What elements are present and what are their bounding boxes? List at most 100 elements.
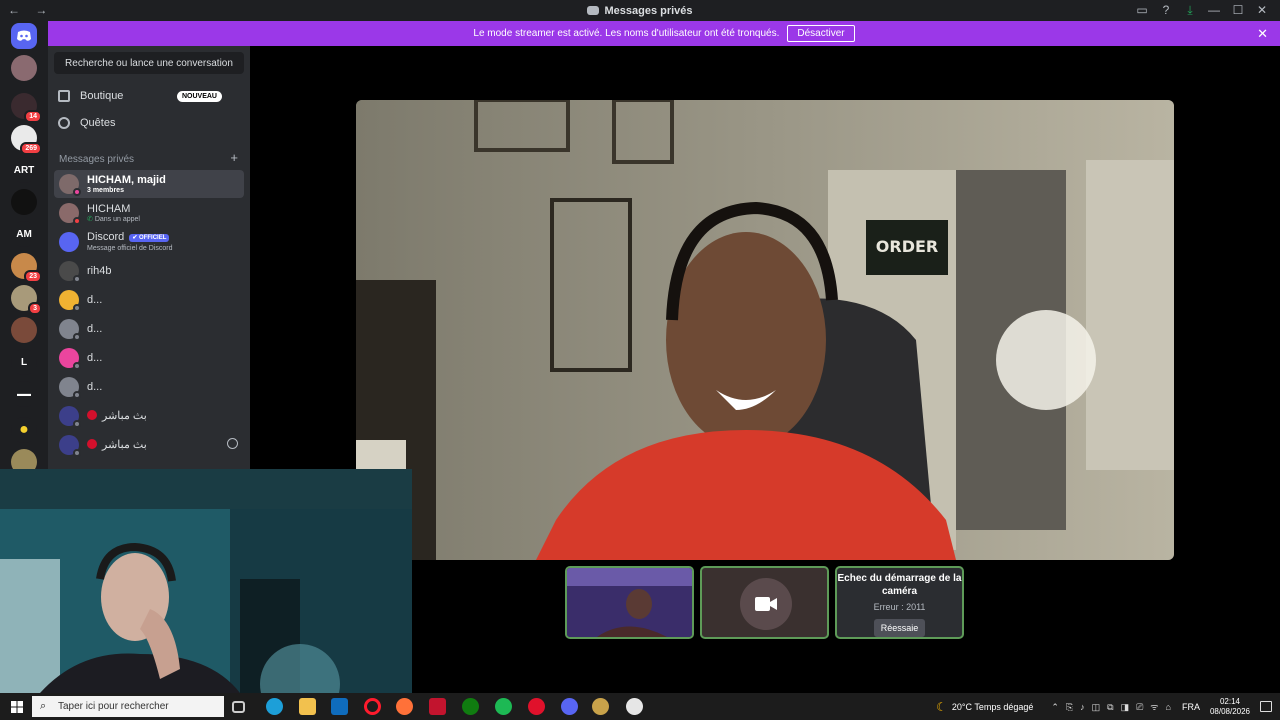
tray-icons[interactable]: ⌃⎘♪◫⧉◨⎚ᯤ⌂	[1051, 700, 1178, 713]
live-dot-icon	[87, 410, 97, 420]
avatar	[59, 435, 81, 457]
dm-name: d...	[87, 294, 103, 306]
minimize-button[interactable]: —	[1202, 3, 1226, 18]
dm-sub: 3 membres	[87, 186, 124, 194]
windows-start-icon[interactable]	[11, 701, 23, 713]
self-camera-overlay[interactable]	[0, 469, 412, 693]
dm-item[interactable]: HICHAM ✆ Dans un appel	[54, 199, 244, 227]
opera-icon[interactable]	[364, 698, 381, 715]
server-group-dm[interactable]	[11, 55, 37, 81]
participant-tile-2[interactable]	[700, 566, 829, 639]
camera-error-tile: Echec du démarrage de la caméra Erreur :…	[835, 566, 964, 639]
status-indicator	[73, 217, 81, 225]
dm-item[interactable]: d...	[54, 344, 244, 372]
participant-video	[567, 568, 692, 637]
help-icon[interactable]: ?	[1154, 3, 1178, 18]
retry-button[interactable]: Réessaie	[873, 619, 926, 637]
dm-item[interactable]: d...	[54, 286, 244, 314]
phone-icon: ✆	[87, 215, 95, 223]
weather-icon[interactable]: ☾	[936, 700, 947, 714]
status-indicator	[73, 391, 81, 399]
server-1[interactable]: 14	[11, 93, 42, 123]
app-icon[interactable]	[429, 698, 446, 715]
discord-taskbar-icon[interactable]	[561, 698, 578, 715]
dm-icon	[587, 6, 600, 15]
server-am[interactable]: AM	[11, 221, 37, 247]
edge-icon[interactable]	[266, 698, 283, 715]
quests-icon	[58, 117, 70, 129]
server-6[interactable]	[11, 317, 37, 343]
weather-text[interactable]: 20°C Temps dégagé	[952, 702, 1034, 712]
dm-item[interactable]: بث مباشر	[54, 431, 244, 459]
dm-item[interactable]: Discord ✔ OFFICIEL Message officiel de Di…	[54, 228, 244, 256]
participant-tile-1[interactable]	[565, 566, 694, 639]
unread-badge: 269	[20, 142, 42, 155]
search-conversation-button[interactable]: Recherche ou lance une conversation	[54, 52, 244, 74]
group-avatar	[59, 174, 81, 196]
server-l[interactable]: L	[11, 349, 37, 375]
outlook-icon[interactable]	[331, 698, 348, 715]
status-indicator	[73, 304, 81, 312]
search-icon: ⌕	[40, 700, 47, 712]
close-window-button[interactable]: ✕	[1250, 3, 1274, 18]
server-7[interactable]: ▬▬	[11, 381, 37, 407]
taskbar-search-placeholder: Taper ici pour rechercher	[58, 701, 169, 712]
language-indicator[interactable]: FRA	[1182, 702, 1200, 712]
discord-avatar	[59, 232, 79, 252]
server-3[interactable]	[11, 189, 37, 215]
discord-logo-icon	[17, 30, 31, 41]
notifications-icon[interactable]	[1260, 701, 1272, 712]
banner-close-icon[interactable]: ✕	[1257, 26, 1268, 42]
status-indicator	[73, 188, 81, 196]
shop-icon	[58, 90, 70, 102]
quetes-label: Quêtes	[80, 117, 116, 129]
dm-sub: ✆ Dans un appel	[87, 215, 140, 224]
blocked-icon[interactable]	[227, 438, 238, 449]
dm-item[interactable]: d...	[54, 315, 244, 343]
status-indicator	[73, 275, 81, 283]
dm-name-text: بث مباشر	[102, 410, 147, 422]
official-badge: ✔ OFFICIEL	[129, 234, 170, 242]
maximize-button[interactable]: ☐	[1226, 3, 1250, 18]
nav-quetes[interactable]: Quêtes	[58, 112, 115, 134]
avatar	[59, 203, 81, 225]
camera-icon	[755, 597, 777, 611]
nav-boutique[interactable]: Boutique NOUVEAU	[58, 85, 238, 107]
camera-error-code: Erreur : 2011	[873, 602, 926, 612]
spotify-icon[interactable]	[495, 698, 512, 715]
server-art[interactable]: ART	[11, 157, 37, 183]
taskbar-search-input[interactable]: ⌕ Taper ici pour rechercher	[32, 696, 224, 717]
avatar	[59, 348, 81, 370]
dm-item[interactable]: rih4b	[54, 257, 244, 285]
clock[interactable]: 02:14 08/08/2026	[1210, 697, 1250, 717]
dm-item[interactable]: HICHAM, majid 3 membres	[54, 170, 244, 198]
recorder-icon[interactable]	[528, 698, 545, 715]
server-5[interactable]: 3	[11, 285, 42, 315]
create-dm-icon[interactable]: +	[230, 150, 238, 165]
avatar	[59, 319, 81, 341]
file-explorer-icon[interactable]	[299, 698, 316, 715]
server-4[interactable]: 23	[11, 253, 42, 283]
server-8[interactable]: ●	[11, 417, 37, 443]
dm-name: بث مباشر	[87, 439, 147, 451]
app-icon-2[interactable]	[626, 698, 643, 715]
home-button[interactable]	[11, 23, 37, 49]
main-video-feed[interactable]: ORDER	[356, 100, 1174, 560]
server-2[interactable]: 269	[11, 125, 42, 155]
download-icon[interactable]: ⤓	[1178, 3, 1202, 18]
status-indicator	[73, 333, 81, 341]
game-icon[interactable]	[592, 698, 609, 715]
disable-streamer-mode-button[interactable]: Désactiver	[787, 25, 855, 42]
inbox-icon[interactable]: ▭	[1130, 3, 1154, 18]
task-view-icon[interactable]	[232, 701, 245, 713]
dm-name-text: بث مباشر	[102, 439, 147, 451]
dm-item[interactable]: بث مباشر	[54, 402, 244, 430]
status-indicator	[73, 449, 81, 457]
dm-name: HICHAM	[87, 202, 131, 215]
self-video	[0, 469, 412, 693]
firefox-icon[interactable]	[396, 698, 413, 715]
dm-name: d...	[87, 323, 103, 335]
xbox-icon[interactable]	[462, 698, 479, 715]
avatar	[59, 261, 81, 283]
dm-item[interactable]: d...	[54, 373, 244, 401]
